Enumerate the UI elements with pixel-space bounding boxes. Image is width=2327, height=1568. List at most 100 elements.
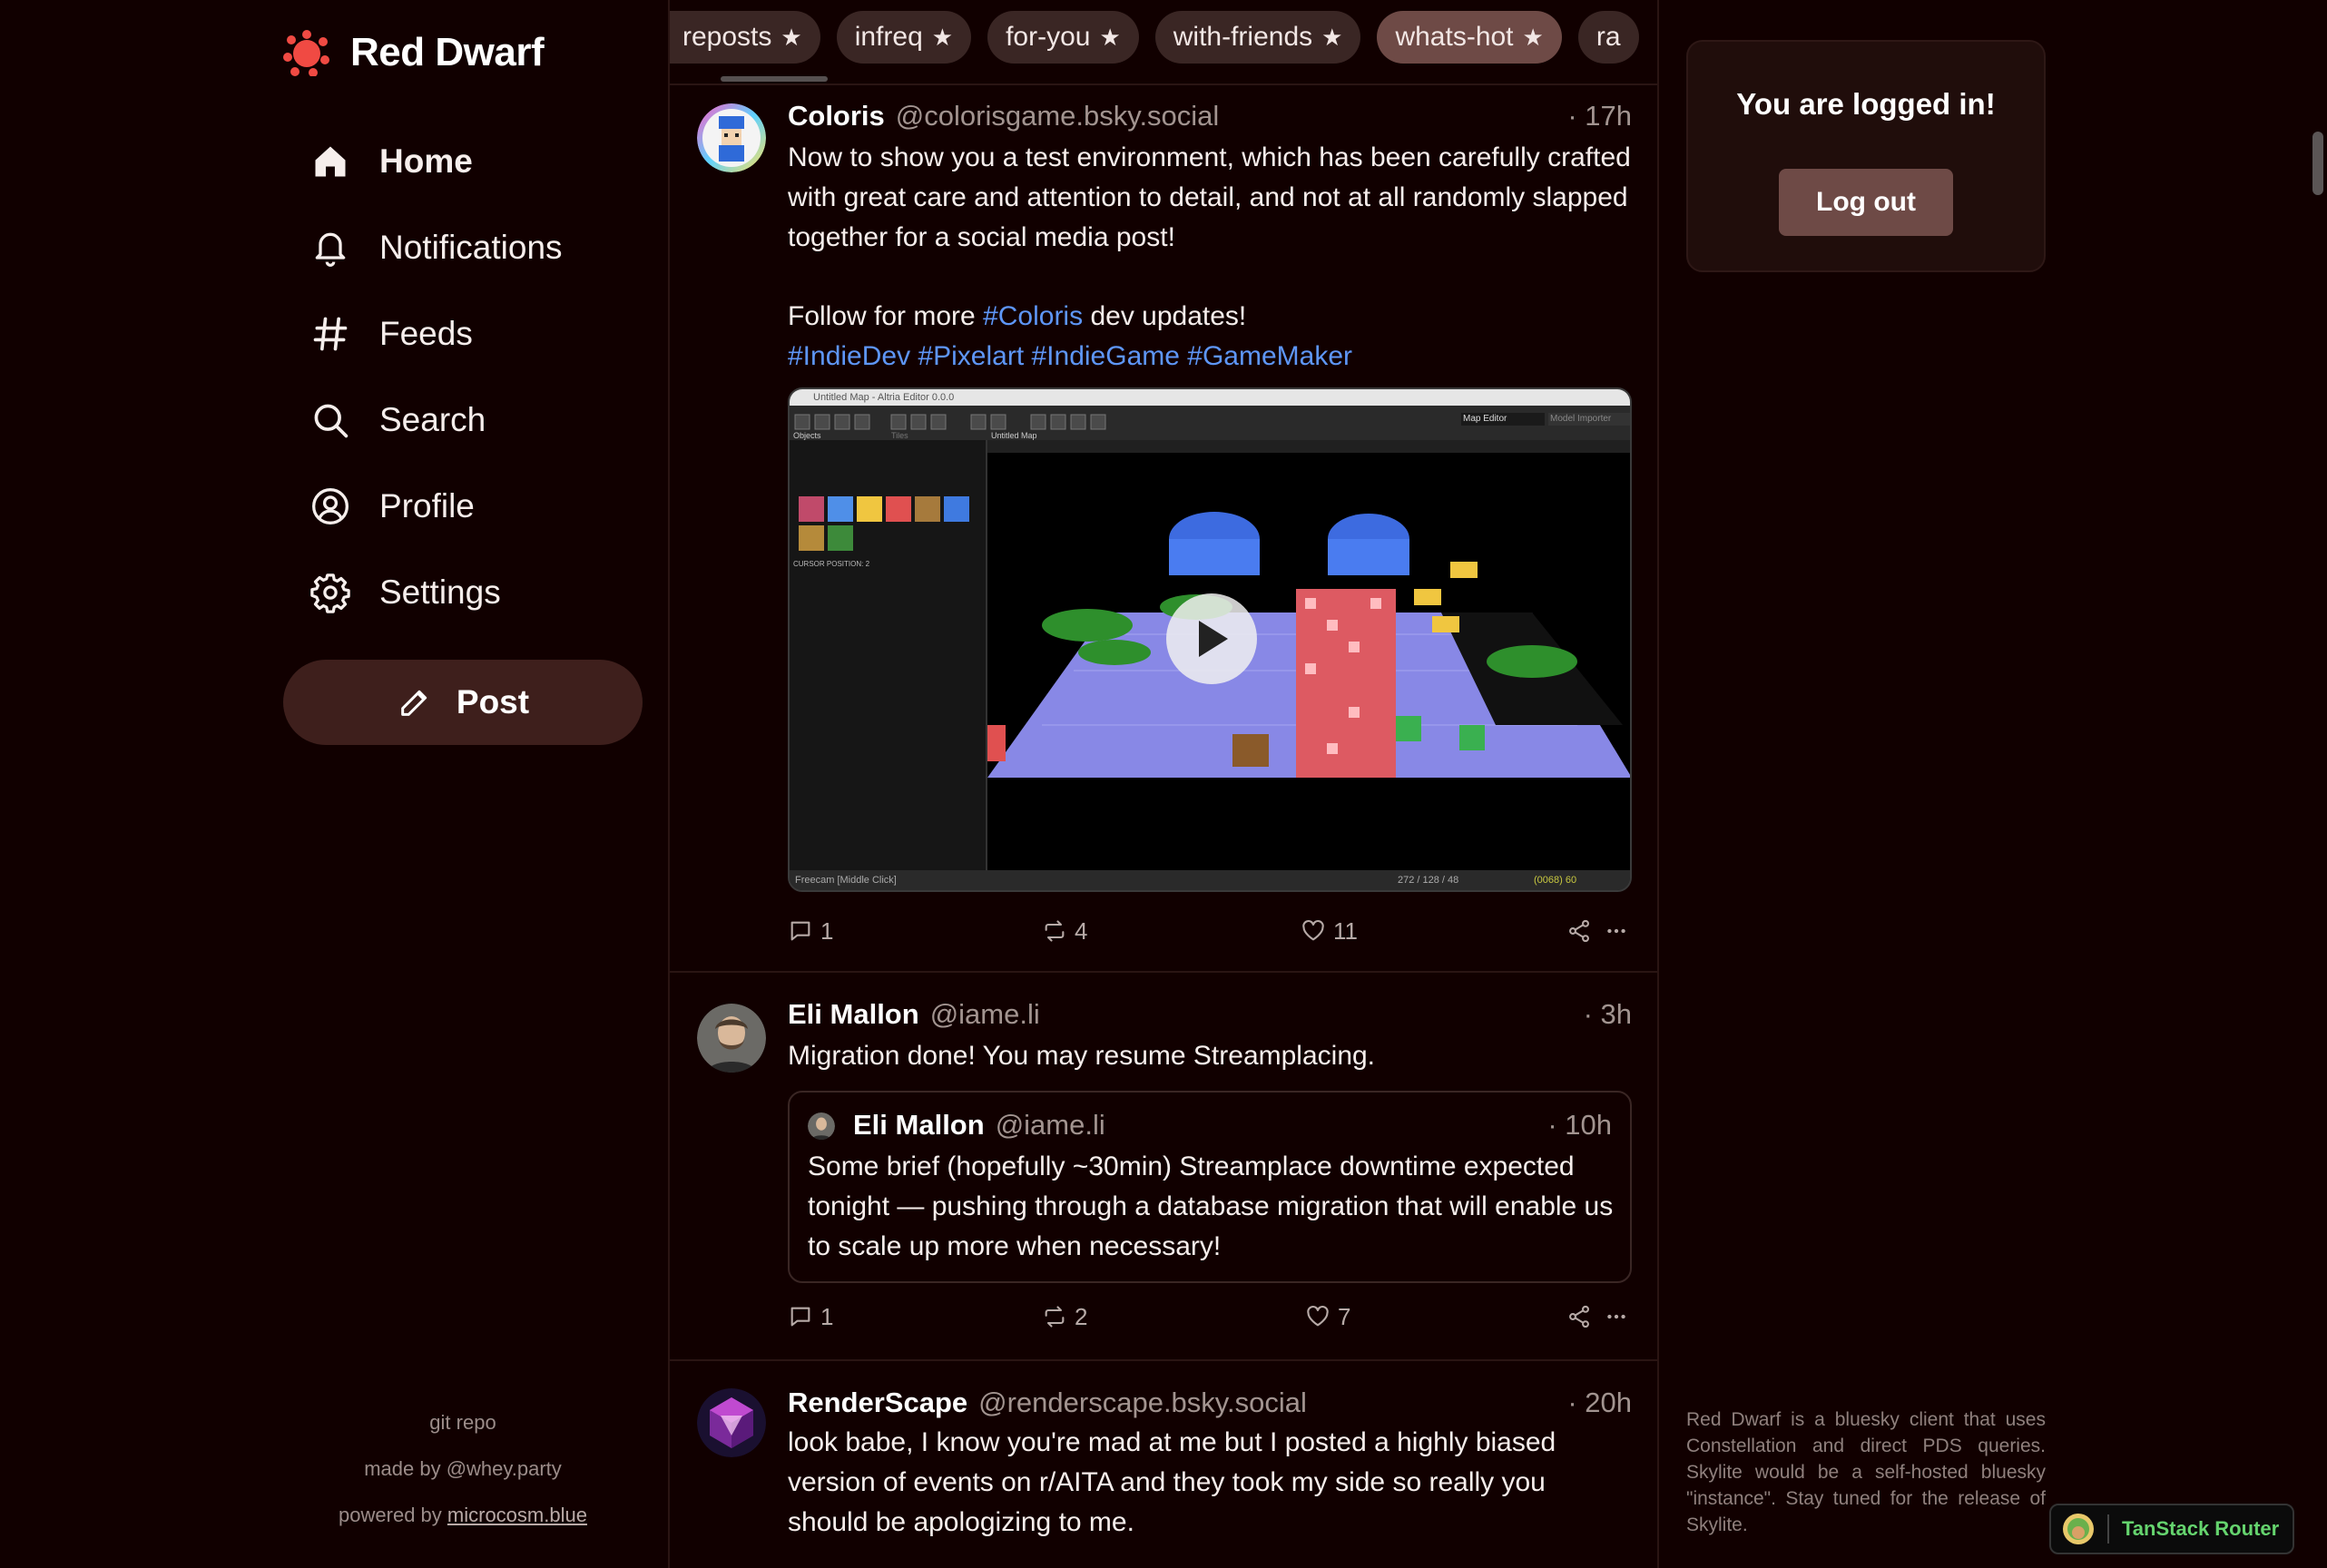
feed-tab-reposts[interactable]: reposts ★ (670, 11, 820, 64)
post-time[interactable]: · 3h (1584, 998, 1632, 1031)
star-icon: ★ (781, 23, 802, 51)
repost-button[interactable]: 4 (1042, 917, 1087, 946)
microcosm-link[interactable]: microcosm.blue (447, 1504, 587, 1526)
nav-item-search[interactable]: Search (309, 377, 563, 463)
author-name[interactable]: Coloris (788, 100, 885, 132)
brand[interactable]: Red Dwarf (283, 24, 545, 82)
feed-tab-infreq[interactable]: infreq ★ (836, 11, 972, 64)
post-text-follow: Follow for more #Coloris dev updates! (788, 297, 1632, 337)
repost-icon (1042, 1304, 1067, 1329)
hashtag-link[interactable]: #IndieGame (1032, 341, 1180, 371)
star-icon: ★ (1099, 23, 1121, 51)
post-text: Now to show you a test environment, whic… (788, 142, 1639, 252)
tanstack-router-label: TanStack Router (2122, 1517, 2280, 1540)
comment-icon (788, 918, 813, 944)
nav-label: Settings (379, 573, 501, 611)
feed-tab-for-you[interactable]: for-you ★ (987, 11, 1139, 64)
share-button[interactable] (1566, 918, 1592, 944)
post-renderscape[interactable]: RenderScape @renderscape.bsky.social · 2… (670, 1363, 1657, 1568)
video-play-button[interactable] (1166, 593, 1257, 684)
nav-item-feeds[interactable]: Feeds (309, 290, 563, 377)
post-header: Eli Mallon @iame.li · 3h (788, 996, 1632, 1033)
hashtag-link[interactable]: #Pixelart (918, 341, 1024, 371)
page-scrollbar[interactable] (2312, 132, 2323, 195)
nav-item-notifications[interactable]: Notifications (309, 204, 563, 290)
share-icon (1566, 1304, 1592, 1329)
feed-tab-label: for-you (1006, 22, 1091, 52)
quoted-avatar[interactable] (808, 1112, 835, 1140)
feed-column: reposts ★ infreq ★ for-you ★ with-friends ★ … (668, 0, 1659, 1568)
tanstack-logo-icon (2062, 1513, 2095, 1545)
avatar[interactable] (697, 103, 766, 172)
feed-tab-with-friends[interactable]: with-friends ★ (1154, 11, 1361, 64)
home-icon (309, 140, 352, 183)
main-nav: Home Notifications Feeds Search Profile (309, 118, 563, 635)
nav-item-profile[interactable]: Profile (309, 463, 563, 549)
avatar[interactable] (697, 1388, 766, 1457)
more-options-button[interactable] (1605, 919, 1628, 943)
post-video[interactable]: Untitled Map - Altria Editor 0.0.0 Map E… (788, 387, 1632, 892)
heart-icon (1305, 1304, 1330, 1329)
nav-item-settings[interactable]: Settings (309, 549, 563, 635)
nav-label: Feeds (379, 314, 473, 352)
author-name[interactable]: RenderScape (788, 1387, 967, 1419)
bell-icon (309, 226, 352, 270)
feed-tab-label: whats-hot (1395, 22, 1514, 52)
login-status-card: You are logged in! Log out (1686, 40, 2046, 272)
tanstack-router-devtools-button[interactable]: TanStack Router (2049, 1504, 2294, 1554)
left-sidebar: Red Dwarf Home Notifications Feeds Searc… (0, 0, 668, 1568)
post-eli-mallon[interactable]: Eli Mallon @iame.li · 3h Migration done!… (670, 975, 1657, 1361)
reply-button[interactable]: 1 (788, 917, 833, 946)
repost-count: 4 (1075, 916, 1088, 945)
feed-tab-label: with-friends (1173, 22, 1313, 52)
ellipsis-icon (1605, 919, 1628, 943)
video-mode-label: Map Editor (1463, 414, 1507, 424)
like-button[interactable]: 11 (1301, 917, 1358, 946)
reply-button[interactable]: 1 (788, 1303, 833, 1331)
star-icon: ★ (1522, 23, 1544, 51)
quoted-handle[interactable]: @iame.li (996, 1109, 1548, 1142)
play-icon (1193, 619, 1230, 659)
feed-tab-truncated[interactable]: ra (1577, 11, 1639, 64)
repost-count: 2 (1075, 1302, 1088, 1330)
reply-count: 1 (820, 1302, 834, 1330)
post-coloris[interactable]: Coloris @colorisgame.bsky.social · 17h N… (670, 87, 1657, 973)
repost-button[interactable]: 2 (1042, 1303, 1087, 1331)
logout-button[interactable]: Log out (1779, 169, 1953, 236)
sidebar-footer: git repo made by @whey.party powered by … (283, 1411, 643, 1550)
video-panel-tab: Tiles (891, 431, 908, 440)
author-name[interactable]: Eli Mallon (788, 998, 919, 1031)
more-options-button[interactable] (1605, 1305, 1628, 1328)
ellipsis-icon (1605, 1305, 1628, 1328)
post-text: look babe, I know you're mad at me but I… (788, 1427, 1564, 1537)
share-button[interactable] (1566, 1304, 1592, 1329)
compose-post-button[interactable]: Post (283, 660, 643, 745)
post-header: Coloris @colorisgame.bsky.social · 17h (788, 98, 1632, 134)
text-fragment: dev updates! (1083, 301, 1247, 331)
tabs-scrollbar[interactable] (721, 76, 828, 82)
feed-tab-whats-hot[interactable]: whats-hot ★ (1377, 11, 1562, 64)
post-time[interactable]: · 17h (1567, 100, 1632, 132)
feed-tabs[interactable]: reposts ★ infreq ★ for-you ★ with-friends ★ … (670, 0, 1657, 85)
author-handle[interactable]: @colorisgame.bsky.social (896, 100, 1568, 132)
search-icon (309, 398, 352, 442)
post-text: Migration done! You may resume Streampla… (788, 1041, 1376, 1071)
author-handle[interactable]: @iame.li (930, 998, 1584, 1031)
post-actions: 1 4 11 (788, 913, 1632, 949)
git-repo-link[interactable]: git repo (283, 1411, 643, 1437)
pencil-icon (397, 684, 433, 720)
quoted-time[interactable]: · 10h (1547, 1109, 1612, 1142)
quoted-author[interactable]: Eli Mallon (853, 1109, 985, 1142)
hashtag-link[interactable]: #GameMaker (1187, 341, 1352, 371)
hashtag-link[interactable]: #IndieDev (788, 341, 910, 371)
quoted-post[interactable]: Eli Mallon @iame.li · 10h Some brief (ho… (788, 1091, 1632, 1283)
nav-item-home[interactable]: Home (309, 118, 563, 204)
user-circle-icon (309, 485, 352, 528)
like-button[interactable]: 7 (1305, 1303, 1350, 1331)
avatar[interactable] (697, 1004, 766, 1073)
hashtag-link[interactable]: #Coloris (983, 301, 1083, 331)
made-by-link[interactable]: made by @whey.party (283, 1457, 643, 1484)
text-fragment: Follow for more (788, 301, 984, 331)
author-handle[interactable]: @renderscape.bsky.social (978, 1387, 1567, 1419)
post-time[interactable]: · 20h (1567, 1387, 1632, 1419)
